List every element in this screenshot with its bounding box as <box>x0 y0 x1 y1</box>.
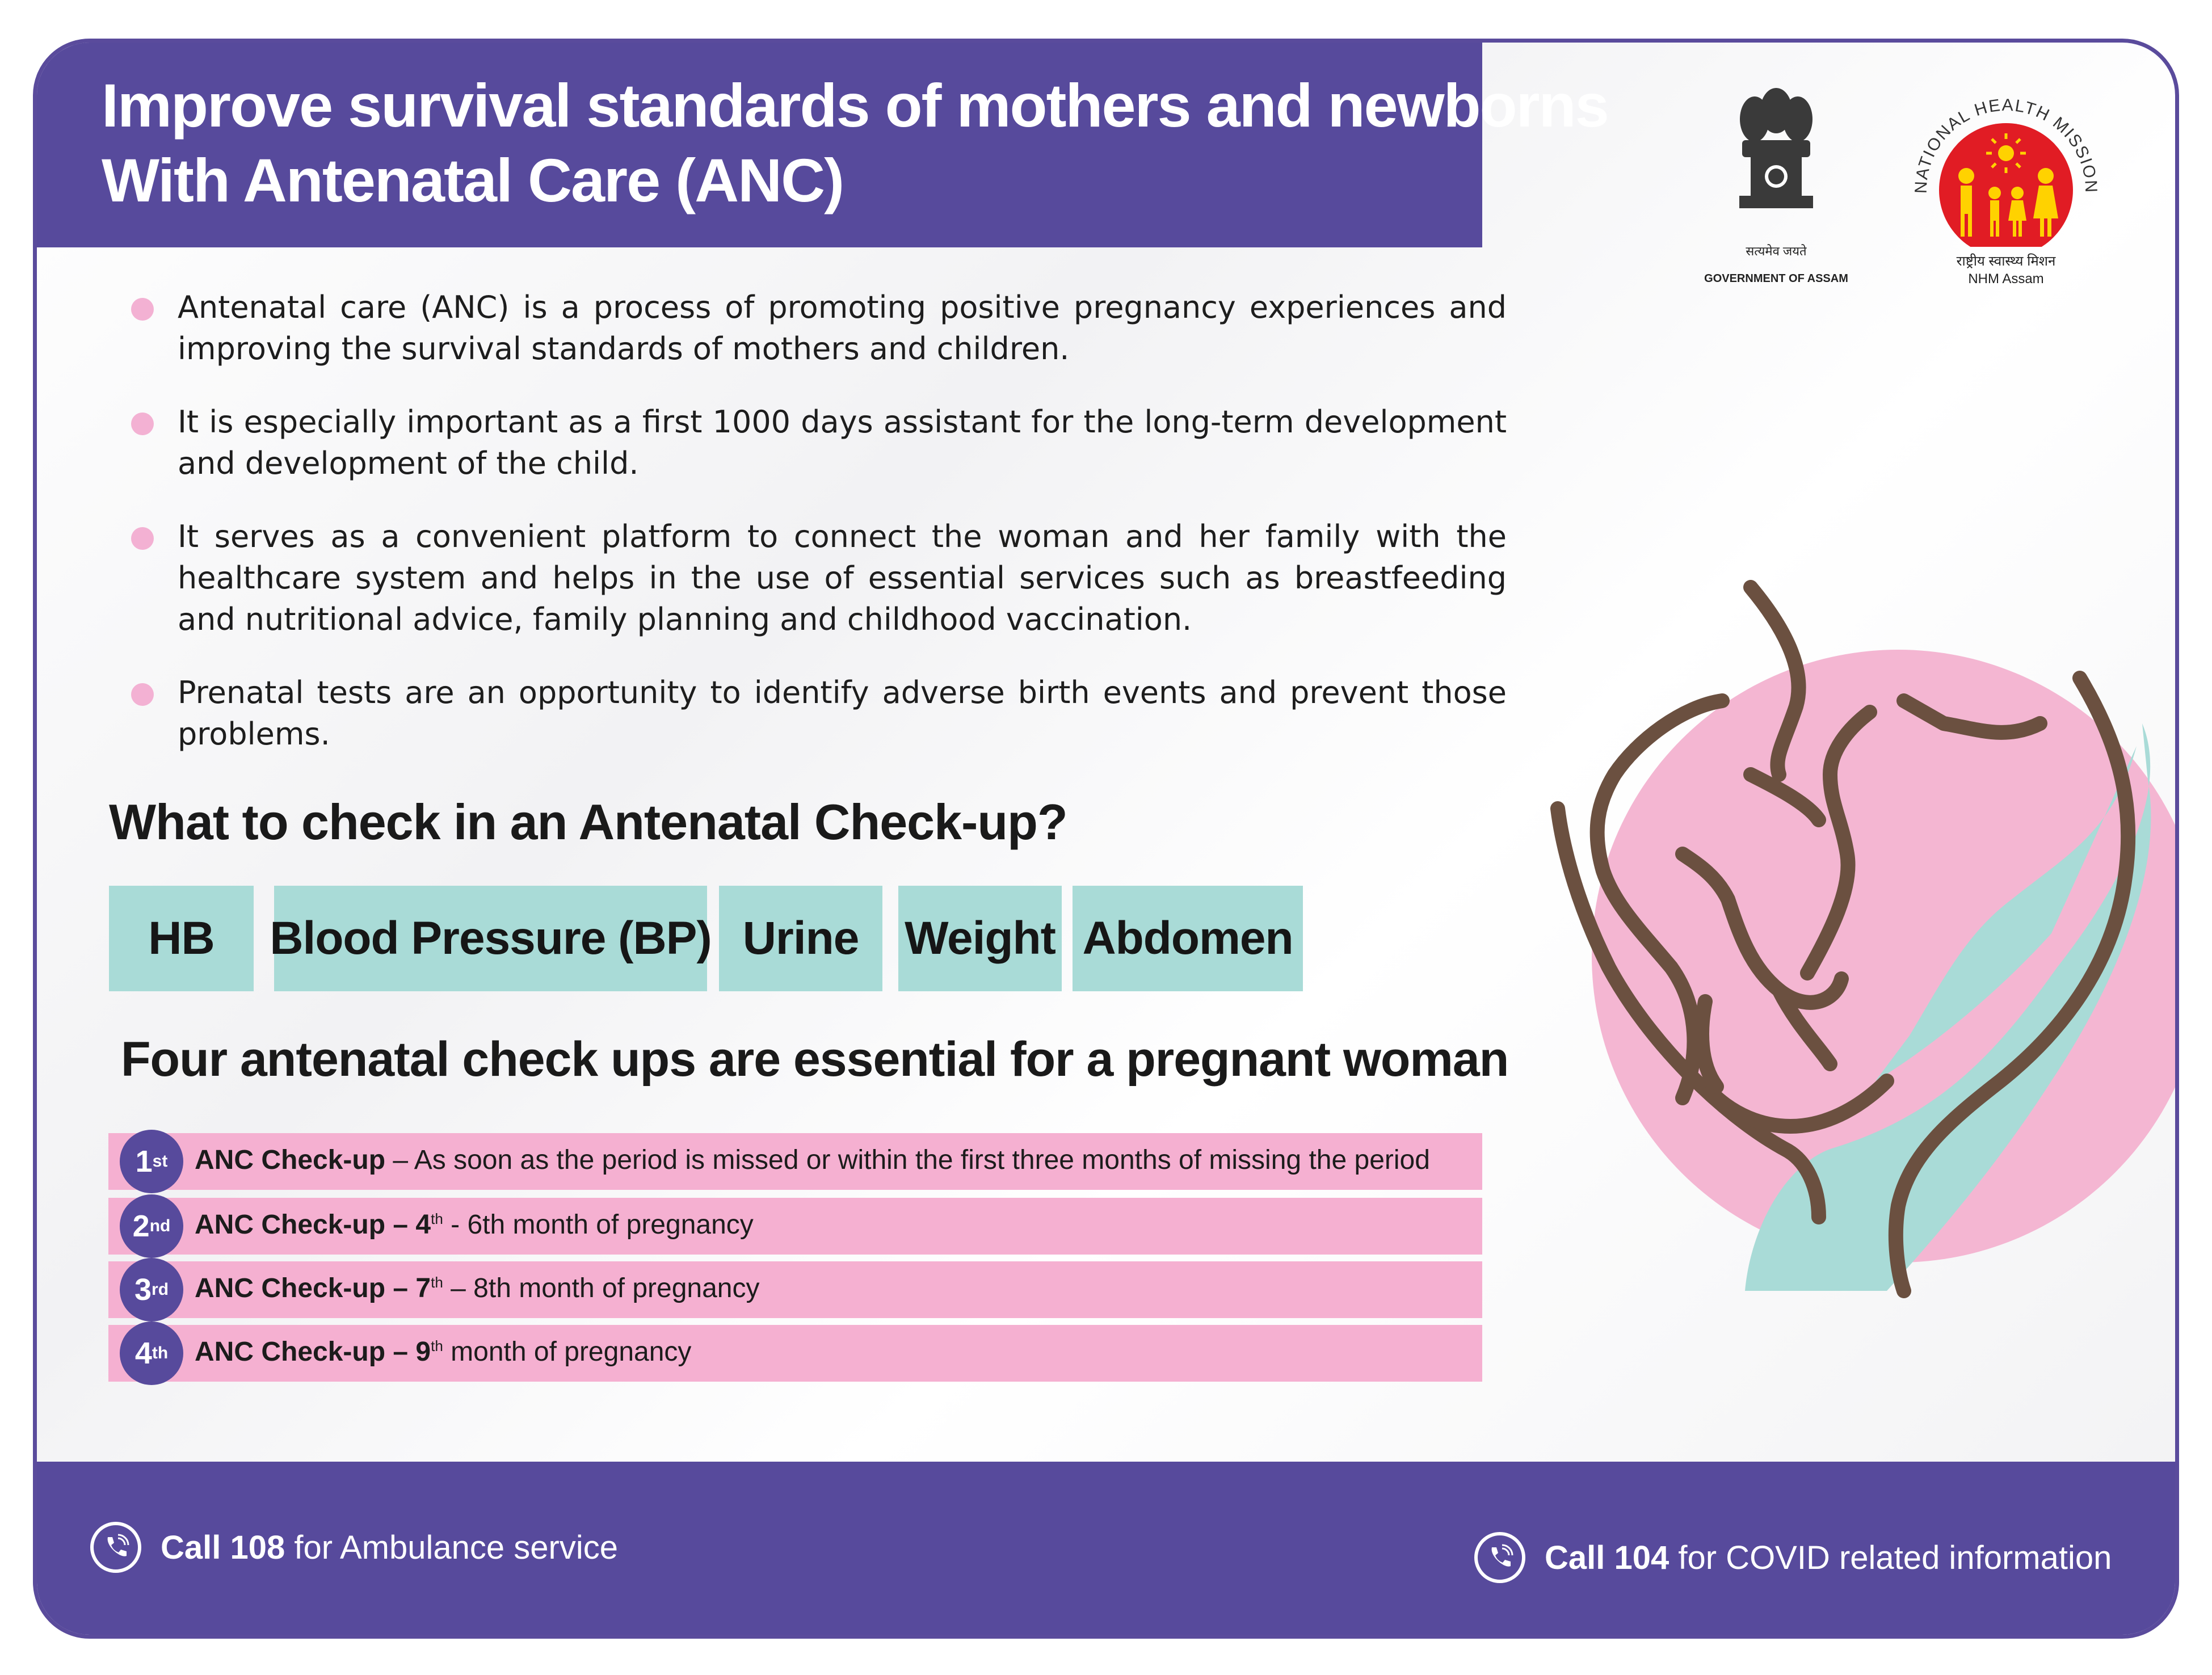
checkup-item-weight: Weight <box>898 886 1062 991</box>
mother-child-illustration <box>1550 580 2175 1298</box>
anc-number-badge: 3rd <box>120 1258 183 1322</box>
footer-bar: Call 108 for Ambulance service Call 104 … <box>37 1462 2175 1635</box>
anc-row-2: 2nd ANC Check-up – 4th - 6th month of pr… <box>108 1194 1482 1258</box>
title-line-1: Improve survival standards of mothers an… <box>102 71 1609 140</box>
bullet-dot-icon <box>131 527 154 550</box>
list-item: It is especially important as a first 10… <box>99 401 1507 484</box>
anc-number-badge: 4th <box>120 1322 183 1385</box>
list-item: It serves as a convenient platform to co… <box>99 516 1507 640</box>
anc-row-text: ANC Check-up – 7th – 8th month of pregna… <box>195 1273 760 1303</box>
nhm-hindi-caption: राष्ट्रीय स्वास्थ्य मिशन <box>1956 254 2056 269</box>
nhm-family-icon: NATIONAL HEALTH MISSION <box>1912 96 2099 247</box>
anc-row-text: ANC Check-up – 4th - 6th month of pregna… <box>195 1210 754 1240</box>
checkup-item-abdomen: Abdomen <box>1073 886 1303 991</box>
checkup-item-hb: HB <box>109 886 254 991</box>
poster: Improve survival standards of mothers an… <box>33 39 2179 1639</box>
covid-call-info[interactable]: Call 104 for COVID related information <box>1474 1532 2112 1583</box>
checkup-item-blood-pressure: Blood Pressure (BP) <box>270 886 712 991</box>
anc-number-badge: 2nd <box>120 1194 183 1258</box>
list-item: Prenatal tests are an opportunity to ide… <box>99 672 1507 755</box>
bullet-dot-icon <box>131 413 154 435</box>
checkup-heading: What to check in an Antenatal Check-up? <box>109 794 1068 850</box>
nhm-logo: NATIONAL HEALTH MISSION राष्ट्रीय स्वास्… <box>1904 77 2108 292</box>
title-line-2: With Antenatal Care (ANC) <box>102 146 844 214</box>
emblem-motto: सत्यमेव जयते <box>1746 244 1807 258</box>
anc-row-text: ANC Check-up – As soon as the period is … <box>195 1145 1430 1175</box>
list-item: Antenatal care (ANC) is a process of pro… <box>99 287 1507 369</box>
anc-row-1: 1st ANC Check-up – As soon as the period… <box>108 1130 1482 1193</box>
ambulance-call-text: Call 108 for Ambulance service <box>161 1529 618 1566</box>
title-banner: Improve survival standards of mothers an… <box>37 43 1609 247</box>
government-caption: GOVERNMENT OF ASSAM <box>1704 272 1848 285</box>
info-bullet-list: Antenatal care (ANC) is a process of pro… <box>99 287 1507 786</box>
covid-call-text: Call 104 for COVID related information <box>1545 1539 2112 1576</box>
checkup-item-urine: Urine <box>719 886 882 991</box>
ambulance-call-info[interactable]: Call 108 for Ambulance service <box>90 1522 618 1573</box>
anc-number-badge: 1st <box>120 1130 183 1193</box>
anc-row-3: 3rd ANC Check-up – 7th – 8th month of pr… <box>108 1258 1482 1322</box>
national-emblem-icon <box>1739 88 1813 208</box>
phone-icon <box>1474 1532 1525 1583</box>
bullet-dot-icon <box>131 298 154 321</box>
government-of-assam-logo: सत्यमेव जयते GOVERNMENT OF ASSAM <box>1683 77 1870 292</box>
anc-row-4: 4th ANC Check-up – 9th month of pregnanc… <box>108 1322 1482 1385</box>
nhm-caption: NHM Assam <box>1968 271 2044 287</box>
four-checkups-heading: Four antenatal check ups are essential f… <box>121 1032 1509 1087</box>
anc-row-text: ANC Check-up – 9th month of pregnancy <box>195 1337 692 1367</box>
bullet-dot-icon <box>131 683 154 706</box>
phone-icon <box>90 1522 141 1573</box>
